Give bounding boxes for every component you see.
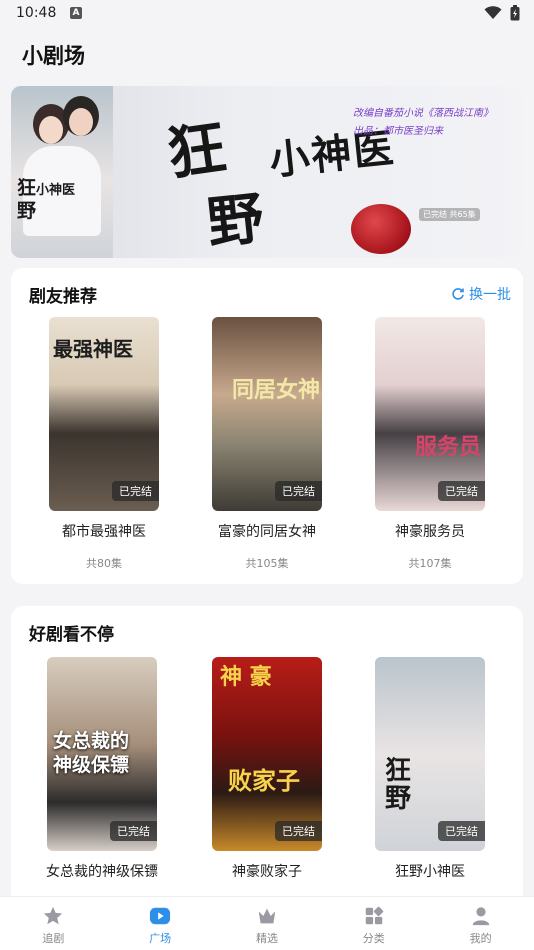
banner-status: 已完结 共65集 xyxy=(419,208,480,221)
section-title: 剧友推荐 xyxy=(29,287,97,307)
status-bar: 10:48 A xyxy=(0,0,534,28)
status-badge: 已完结 xyxy=(112,481,159,501)
good-drama-section: 好剧看不停 女总裁的 神级保镖 已完结 女总裁的神级保镖 神 豪 败家子 已完结 … xyxy=(11,606,523,906)
drama-poster: 服务员 已完结 xyxy=(375,317,485,511)
tab-featured[interactable]: 精选 xyxy=(214,897,321,950)
wifi-icon xyxy=(484,6,502,19)
drama-title: 狂野小神医 xyxy=(395,864,465,880)
banner-poster-title: 狂小神医 野 xyxy=(17,177,76,222)
drama-title: 都市最强神医 xyxy=(62,524,146,540)
battery-icon xyxy=(510,5,520,21)
drama-card[interactable]: 女总裁的 神级保镖 已完结 女总裁的神级保镖 xyxy=(42,657,162,881)
drama-card[interactable]: 同居女神 已完结 富豪的同居女神 共105集 xyxy=(207,317,327,571)
poster-text: 最强神医 xyxy=(53,337,133,361)
banner-apple-image xyxy=(351,204,411,254)
banner-page-indicator xyxy=(489,248,516,258)
drama-card[interactable]: 狂野 已完结 狂野小神医 xyxy=(370,657,490,881)
drama-card[interactable]: 最强神医 已完结 都市最强神医 共80集 xyxy=(44,317,164,571)
tab-label: 追剧 xyxy=(42,932,65,945)
poster-text: 服务员 xyxy=(415,434,482,460)
notification-icon: A xyxy=(70,7,82,19)
episode-count: 共105集 xyxy=(245,557,289,570)
tab-mine[interactable]: 我的 xyxy=(427,897,534,950)
crown-icon xyxy=(258,908,276,924)
tab-label: 我的 xyxy=(469,932,492,945)
drama-poster: 同居女神 已完结 xyxy=(212,317,322,511)
poster-text-2: 败家子 xyxy=(228,766,300,795)
person-icon xyxy=(472,907,489,926)
status-badge: 已完结 xyxy=(438,481,485,501)
page-title: 小剧场 xyxy=(22,44,85,68)
grid-icon xyxy=(365,906,383,925)
refresh-label: 换一批 xyxy=(469,287,511,303)
status-time: 10:48 xyxy=(16,5,57,21)
poster-text: 同居女神 xyxy=(232,377,321,403)
episode-count: 共107集 xyxy=(408,557,452,570)
banner-tagline-2: 出品：都市医圣归来 xyxy=(353,126,443,137)
bottom-tab-bar: 追剧 广场 精选 分类 我的 xyxy=(0,896,534,950)
drama-poster: 女总裁的 神级保镖 已完结 xyxy=(47,657,157,851)
status-badge: 已完结 xyxy=(438,821,485,841)
refresh-button[interactable]: 换一批 xyxy=(451,284,511,304)
tab-label: 精选 xyxy=(255,932,278,945)
status-badge: 已完结 xyxy=(275,821,322,841)
drama-title: 女总裁的神级保镖 xyxy=(46,864,158,880)
tab-follow[interactable]: 追剧 xyxy=(0,897,107,950)
drama-title: 神豪服务员 xyxy=(395,524,465,540)
drama-card[interactable]: 神 豪 败家子 已完结 神豪败家子 xyxy=(207,657,327,881)
tab-label: 广场 xyxy=(149,932,172,945)
banner-tagline: 改编自番茄小说《落西战江南》 xyxy=(353,108,493,119)
poster-text: 女总裁的 神级保镖 xyxy=(53,730,130,776)
hero-banner[interactable]: 狂小神医 野 狂 小神医 野 改编自番茄小说《落西战江南》 出品：都市医圣归来 … xyxy=(11,86,523,258)
drama-title: 神豪败家子 xyxy=(232,864,302,880)
poster-text: 狂野 xyxy=(385,756,412,814)
status-badge: 已完结 xyxy=(110,821,157,841)
drama-card[interactable]: 服务员 已完结 神豪服务员 共107集 xyxy=(370,317,490,571)
status-badge: 已完结 xyxy=(275,481,322,501)
drama-poster: 最强神医 已完结 xyxy=(49,317,159,511)
section-title: 好剧看不停 xyxy=(29,625,114,645)
refresh-icon xyxy=(452,288,464,300)
tab-square[interactable]: 广场 xyxy=(107,897,214,950)
drama-title: 富豪的同居女神 xyxy=(218,524,316,540)
recommend-section: 剧友推荐 换一批 最强神医 已完结 都市最强神医 共80集 同居女神 已完结 富… xyxy=(11,268,523,584)
poster-text: 神 豪 xyxy=(220,664,272,690)
star-icon xyxy=(44,906,63,925)
banner-poster: 狂小神医 野 xyxy=(11,86,113,258)
play-icon xyxy=(150,907,171,925)
tab-category[interactable]: 分类 xyxy=(320,897,427,950)
episode-count: 共80集 xyxy=(86,557,122,570)
drama-poster: 神 豪 败家子 已完结 xyxy=(212,657,322,851)
banner-title-char-2: 野 xyxy=(204,185,267,257)
tab-label: 分类 xyxy=(362,932,385,945)
drama-poster: 狂野 已完结 xyxy=(375,657,485,851)
